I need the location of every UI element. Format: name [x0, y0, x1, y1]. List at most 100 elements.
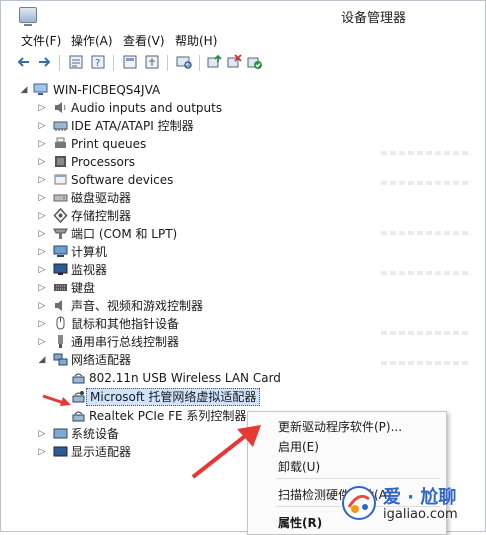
tree-item-sound[interactable]: ▷ 声音、视频和游戏控制器: [1, 297, 401, 315]
menu-help[interactable]: 帮助(H): [175, 32, 217, 49]
toolbar-separator: [167, 55, 168, 71]
tree-item-label: 监视器: [71, 263, 108, 277]
details-icon[interactable]: [143, 53, 161, 71]
collapse-arrow-icon[interactable]: ▷: [37, 333, 47, 351]
disk-icon: [53, 194, 68, 202]
collapse-arrow-icon[interactable]: ▷: [37, 279, 47, 297]
network-adapter-icon: [53, 353, 68, 366]
keyboard-icon: [54, 284, 67, 291]
annotation-arrow-icon: [191, 425, 261, 479]
scan-hardware-icon[interactable]: [175, 53, 193, 71]
menu-enable[interactable]: 启用(E): [278, 438, 319, 455]
collapse-arrow-icon[interactable]: ▷: [37, 171, 47, 189]
help-icon[interactable]: ?: [89, 53, 107, 71]
software-device-icon: [54, 174, 67, 185]
tree-item-monitors[interactable]: ▷ 监视器: [1, 261, 401, 279]
show-hidden-icon[interactable]: [121, 53, 139, 71]
display-adapter-icon: [53, 446, 68, 457]
menu-file[interactable]: 文件(F): [21, 32, 61, 49]
annotation-arrow-icon: [42, 394, 71, 406]
collapse-arrow-icon[interactable]: ▷: [37, 117, 47, 135]
enable-icon[interactable]: [245, 53, 263, 71]
tree-item-storage-controllers[interactable]: ▷ 存储控制器: [1, 207, 401, 225]
tree-item-computer[interactable]: ▷ 计算机: [1, 243, 401, 261]
collapse-arrow-icon[interactable]: ▷: [37, 225, 47, 243]
tree-item-processors[interactable]: ▷ Processors: [1, 153, 401, 171]
collapse-arrow-icon[interactable]: ▷: [37, 297, 47, 315]
toolbar-separator: [199, 55, 200, 71]
tree-item-label: 通用串行总线控制器: [71, 335, 180, 349]
tree-item-mice[interactable]: ▷ 鼠标和其他指针设备: [1, 315, 401, 333]
computer-name: WIN-FICBEQS4JVA: [53, 83, 161, 97]
tree-item-network-adapters[interactable]: ◢ 网络适配器: [1, 351, 401, 369]
collapse-arrow-icon[interactable]: ▷: [37, 425, 47, 443]
tree-item-keyboards[interactable]: ▷ 键盘: [1, 279, 401, 297]
forward-icon[interactable]: [35, 53, 53, 71]
printer-icon: [55, 137, 66, 148]
properties-icon[interactable]: [67, 53, 85, 71]
device-manager-window: 设备管理器 文件(F) 操作(A) 查看(V) 帮助(H) ? ◢ WIN-FI…: [0, 0, 486, 535]
tree-root[interactable]: ◢ WIN-FICBEQS4JVA: [1, 81, 301, 99]
network-adapter-icon: [72, 373, 85, 384]
tree-item-audio[interactable]: ▷ Audio inputs and outputs: [1, 99, 401, 117]
watermark-url: igaliao.com: [383, 507, 458, 522]
tree-item-usb[interactable]: ▷ 通用串行总线控制器: [1, 333, 401, 351]
collapse-arrow-icon[interactable]: ▷: [37, 189, 47, 207]
computer-icon: [33, 83, 48, 95]
tree-item-label: Microsoft 托管网络虚拟适配器: [86, 388, 261, 406]
tree-item-label: Print queues: [71, 137, 147, 151]
blurred-background-text: [381, 271, 471, 275]
monitor-icon: [53, 263, 68, 275]
update-driver-icon[interactable]: [205, 53, 223, 71]
title-bar: 设备管理器: [1, 1, 485, 29]
tree-item-wireless-card[interactable]: 802.11n USB Wireless LAN Card: [1, 369, 401, 387]
tree-item-disk-drives[interactable]: ▷ 磁盘驱动器: [1, 189, 401, 207]
tree-item-label: 端口 (COM 和 LPT): [71, 227, 178, 241]
collapse-arrow-icon[interactable]: ▷: [37, 99, 47, 117]
menu-update-driver[interactable]: 更新驱动程序软件(P)...: [278, 418, 402, 435]
tree-item-print-queues[interactable]: ▷ Print queues: [1, 135, 401, 153]
menu-properties[interactable]: 属性(R): [278, 514, 322, 531]
collapse-arrow-icon[interactable]: ▷: [37, 153, 47, 171]
tree-item-label: 键盘: [71, 281, 96, 295]
tree-item-label: 声音、视频和游戏控制器: [71, 299, 204, 313]
ide-controller-icon: [53, 121, 68, 131]
tree-item-ports[interactable]: ▷ 端口 (COM 和 LPT): [1, 225, 401, 243]
collapse-arrow-icon[interactable]: ▷: [37, 315, 47, 333]
collapse-arrow-icon[interactable]: ▷: [37, 261, 47, 279]
sound-icon: [55, 300, 62, 311]
menu-uninstall[interactable]: 卸载(U): [278, 458, 320, 475]
tree-item-software-devices[interactable]: ▷ Software devices: [1, 171, 401, 189]
blurred-background-text: [381, 361, 471, 365]
window-title: 设备管理器: [341, 11, 407, 26]
blurred-background-text: [381, 331, 471, 335]
tree-item-label: 鼠标和其他指针设备: [71, 317, 180, 331]
usb-icon: [58, 335, 63, 348]
network-adapter-icon: [72, 411, 85, 422]
device-manager-icon: [19, 7, 37, 26]
collapse-arrow-icon[interactable]: ▷: [37, 207, 47, 225]
back-icon[interactable]: [15, 53, 33, 71]
menu-bar: 文件(F) 操作(A) 查看(V) 帮助(H): [1, 29, 485, 49]
tree-item-ide[interactable]: ▷ IDE ATA/ATAPI 控制器: [1, 117, 401, 135]
storage-controller-icon: [53, 208, 68, 223]
uninstall-icon[interactable]: [225, 53, 243, 71]
svg-text:?: ?: [95, 58, 100, 69]
expand-arrow-icon[interactable]: ◢: [37, 351, 47, 369]
tree-item-label: Audio inputs and outputs: [71, 101, 223, 115]
collapse-arrow-icon[interactable]: ▷: [37, 135, 47, 153]
tree-item-label: IDE ATA/ATAPI 控制器: [71, 119, 194, 133]
tree-item-label: 显示适配器: [71, 445, 132, 459]
menu-view[interactable]: 查看(V): [123, 32, 165, 49]
menu-action[interactable]: 操作(A): [71, 32, 113, 49]
toolbar-separator: [59, 55, 60, 71]
tree-item-label: 磁盘驱动器: [71, 191, 132, 205]
expand-arrow-icon[interactable]: ◢: [19, 81, 29, 99]
watermark-title: 爱 · 尬聊: [383, 487, 457, 508]
tree-item-label: 计算机: [71, 245, 108, 259]
watermark: 爱 · 尬聊 igaliao.com: [341, 479, 481, 529]
collapse-arrow-icon[interactable]: ▷: [37, 243, 47, 261]
speaker-icon: [55, 102, 66, 113]
collapse-arrow-icon[interactable]: ▷: [37, 443, 47, 461]
blurred-background-text: [381, 181, 471, 185]
